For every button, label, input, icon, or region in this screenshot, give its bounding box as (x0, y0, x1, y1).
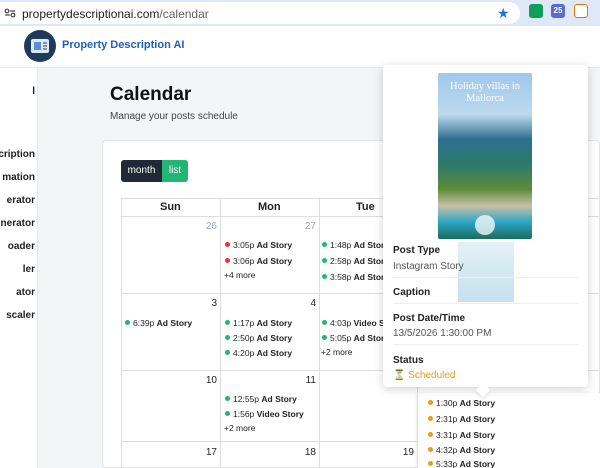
bookmark-star-icon[interactable]: ★ (497, 5, 510, 22)
post-thumbnail: Holiday villas in Mallorca (438, 73, 532, 239)
calendar-event[interactable]: 1:48p Ad Story (322, 240, 389, 250)
grid-divider (220, 198, 221, 468)
event-dot (322, 320, 327, 325)
popover-divider (393, 303, 578, 304)
browser-toolbar: propertydescriptionai.com/calendar ★ 25 (0, 0, 600, 26)
page-title: Calendar (110, 84, 192, 105)
sidebar-item[interactable]: scaler (6, 310, 35, 321)
calendar-event[interactable]: 2:58p Ad Story (322, 256, 389, 266)
date-number[interactable]: 27 (296, 221, 316, 232)
app-header: Property Description AI (0, 26, 600, 68)
event-dot (322, 335, 327, 340)
calendar-event[interactable]: 6:39p Ad Story (125, 318, 192, 328)
popover-divider (393, 344, 578, 345)
calendar-event[interactable]: 3:58p Ad Story (322, 272, 389, 282)
calendar-event[interactable]: 4:32p Ad Story (428, 445, 495, 455)
post-date-label: Post Date/Time (393, 313, 466, 324)
date-number[interactable]: 26 (197, 221, 217, 232)
calendar-event[interactable]: 4:20p Ad Story (225, 348, 292, 358)
event-dot (428, 461, 433, 466)
brand-name[interactable]: Property Description AI (62, 39, 184, 51)
calendar-event[interactable]: 3:31p Ad Story (428, 430, 495, 440)
calendar-event[interactable]: 12:55p Ad Story (225, 394, 297, 404)
date-number[interactable]: 10 (197, 375, 217, 386)
day-header-mon: Mon (258, 201, 281, 213)
day-header-sun: Sun (160, 201, 181, 213)
event-dot (225, 411, 230, 416)
page-subtitle: Manage your posts schedule (110, 111, 238, 122)
event-dot (322, 242, 327, 247)
date-number[interactable]: 19 (394, 447, 414, 458)
event-dot (428, 432, 433, 437)
sidebar-item[interactable]: ler (23, 264, 35, 275)
sidebar-item[interactable]: mation (2, 172, 35, 183)
event-dot (225, 396, 230, 401)
event-dot (225, 242, 230, 247)
event-dot (225, 258, 230, 263)
date-number[interactable]: 4 (296, 298, 316, 309)
date-number[interactable]: 3 (197, 298, 217, 309)
more-events-link[interactable]: +2 more (321, 347, 352, 357)
event-dot (125, 320, 130, 325)
calendar-event[interactable]: 3:06p Ad Story (225, 256, 292, 266)
url-text[interactable]: propertydescriptionai.com/calendar (22, 7, 209, 21)
calendar-event[interactable]: 1:30p Ad Story (428, 398, 495, 408)
calendar-event[interactable]: 2:31p Ad Story (428, 414, 495, 424)
drag-preview-ghost (458, 242, 514, 302)
more-events-link[interactable]: +4 more (224, 270, 255, 280)
instagram-extension-icon[interactable] (574, 4, 588, 18)
grid-divider (319, 198, 320, 468)
event-dot (428, 416, 433, 421)
event-dot (225, 320, 230, 325)
sidebar: l scription mation erator nerator oader … (0, 68, 38, 468)
event-dot (428, 447, 433, 452)
post-date-value: 13/5/2026 1:30:00 PM (393, 328, 492, 339)
sidebar-item[interactable]: l (32, 86, 35, 97)
post-type-label: Post Type (393, 245, 441, 256)
calendar-event[interactable]: 1:56p Video Story (225, 409, 304, 419)
month-view-button[interactable]: month (121, 160, 162, 182)
url-path: /calendar (159, 7, 209, 21)
calendar-event[interactable]: 5:33p Ad Story (428, 459, 495, 468)
list-view-button[interactable]: list (162, 160, 188, 182)
calendar-event[interactable]: 5:05p Ad Story (322, 333, 389, 343)
post-type-value: Instagram Story (393, 261, 464, 272)
event-dot (322, 274, 327, 279)
url-domain: propertydescriptionai.com (22, 7, 160, 21)
date-number[interactable]: 17 (197, 447, 217, 458)
event-dot (322, 258, 327, 263)
watermark-badge-icon (475, 215, 495, 235)
address-bar[interactable]: propertydescriptionai.com/calendar ★ (0, 2, 520, 24)
sidebar-item[interactable]: ator (16, 287, 35, 298)
caption-label: Caption (393, 287, 431, 298)
day-header-tue: Tue (356, 201, 375, 213)
sidebar-item[interactable]: oader (8, 241, 35, 252)
event-dot (225, 335, 230, 340)
event-dot (428, 400, 433, 405)
status-text: Scheduled (408, 370, 456, 381)
status-label: Status (393, 355, 424, 366)
calendar-event[interactable]: 4:03p Video St (322, 318, 388, 328)
more-events-link[interactable]: +2 more (224, 423, 255, 433)
sidebar-item[interactable]: scription (0, 149, 35, 160)
calendar-event[interactable]: 3:05p Ad Story (225, 240, 292, 250)
popover-divider (393, 277, 578, 278)
calendar-event[interactable]: 2:50p Ad Story (225, 333, 292, 343)
calendar-event[interactable]: 1:17p Ad Story (225, 318, 292, 328)
calendar-extension-icon[interactable]: 25 (551, 4, 565, 18)
hourglass-icon: ⏳ (393, 370, 406, 381)
thumbnail-title: Holiday villas in Mallorca (450, 81, 520, 104)
site-settings-icon[interactable] (4, 8, 16, 18)
brand-logo-icon[interactable] (24, 30, 56, 62)
status-value: ⏳ Scheduled (393, 370, 456, 381)
event-dot (225, 350, 230, 355)
extension-icon[interactable] (529, 4, 543, 18)
date-number[interactable]: 11 (296, 375, 316, 386)
sidebar-item[interactable]: erator (7, 195, 35, 206)
date-number[interactable]: 18 (296, 447, 316, 458)
sidebar-item[interactable]: nerator (1, 218, 35, 229)
